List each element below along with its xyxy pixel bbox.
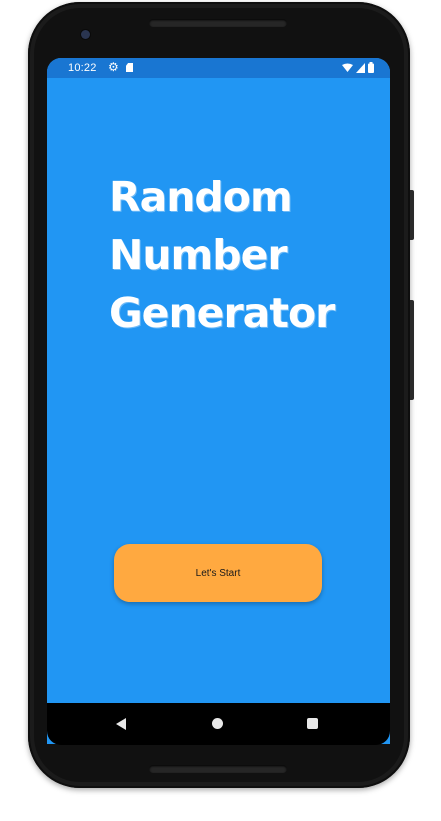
bottom-speaker: [149, 765, 287, 773]
status-time: 10:22: [68, 62, 97, 74]
front-camera: [81, 30, 90, 39]
top-speaker: [149, 19, 287, 27]
navigation-bar: [47, 703, 390, 745]
title-line-random: Random: [109, 173, 293, 221]
gear-icon: ⚙: [108, 60, 119, 74]
sd-card-icon: [126, 63, 133, 72]
lets-start-label: Let's Start: [195, 567, 241, 579]
home-icon[interactable]: [212, 718, 223, 729]
battery-icon: [368, 62, 374, 73]
app-screen: 10:22 ⚙ Random Number Generator Let's St…: [47, 58, 390, 744]
signal-icon: [356, 62, 365, 73]
recents-icon[interactable]: [307, 718, 318, 729]
title-line-number: Number: [109, 231, 288, 279]
title-line-generator: Generator: [109, 289, 335, 337]
lets-start-button[interactable]: Let's Start: [114, 544, 322, 602]
wifi-icon: [342, 63, 353, 72]
back-icon[interactable]: [116, 718, 126, 730]
status-bar: 10:22 ⚙: [47, 58, 390, 78]
power-button[interactable]: [410, 190, 414, 240]
status-icons: [342, 62, 374, 73]
app-title: Random Number Generator: [109, 168, 335, 342]
volume-button[interactable]: [410, 300, 414, 400]
